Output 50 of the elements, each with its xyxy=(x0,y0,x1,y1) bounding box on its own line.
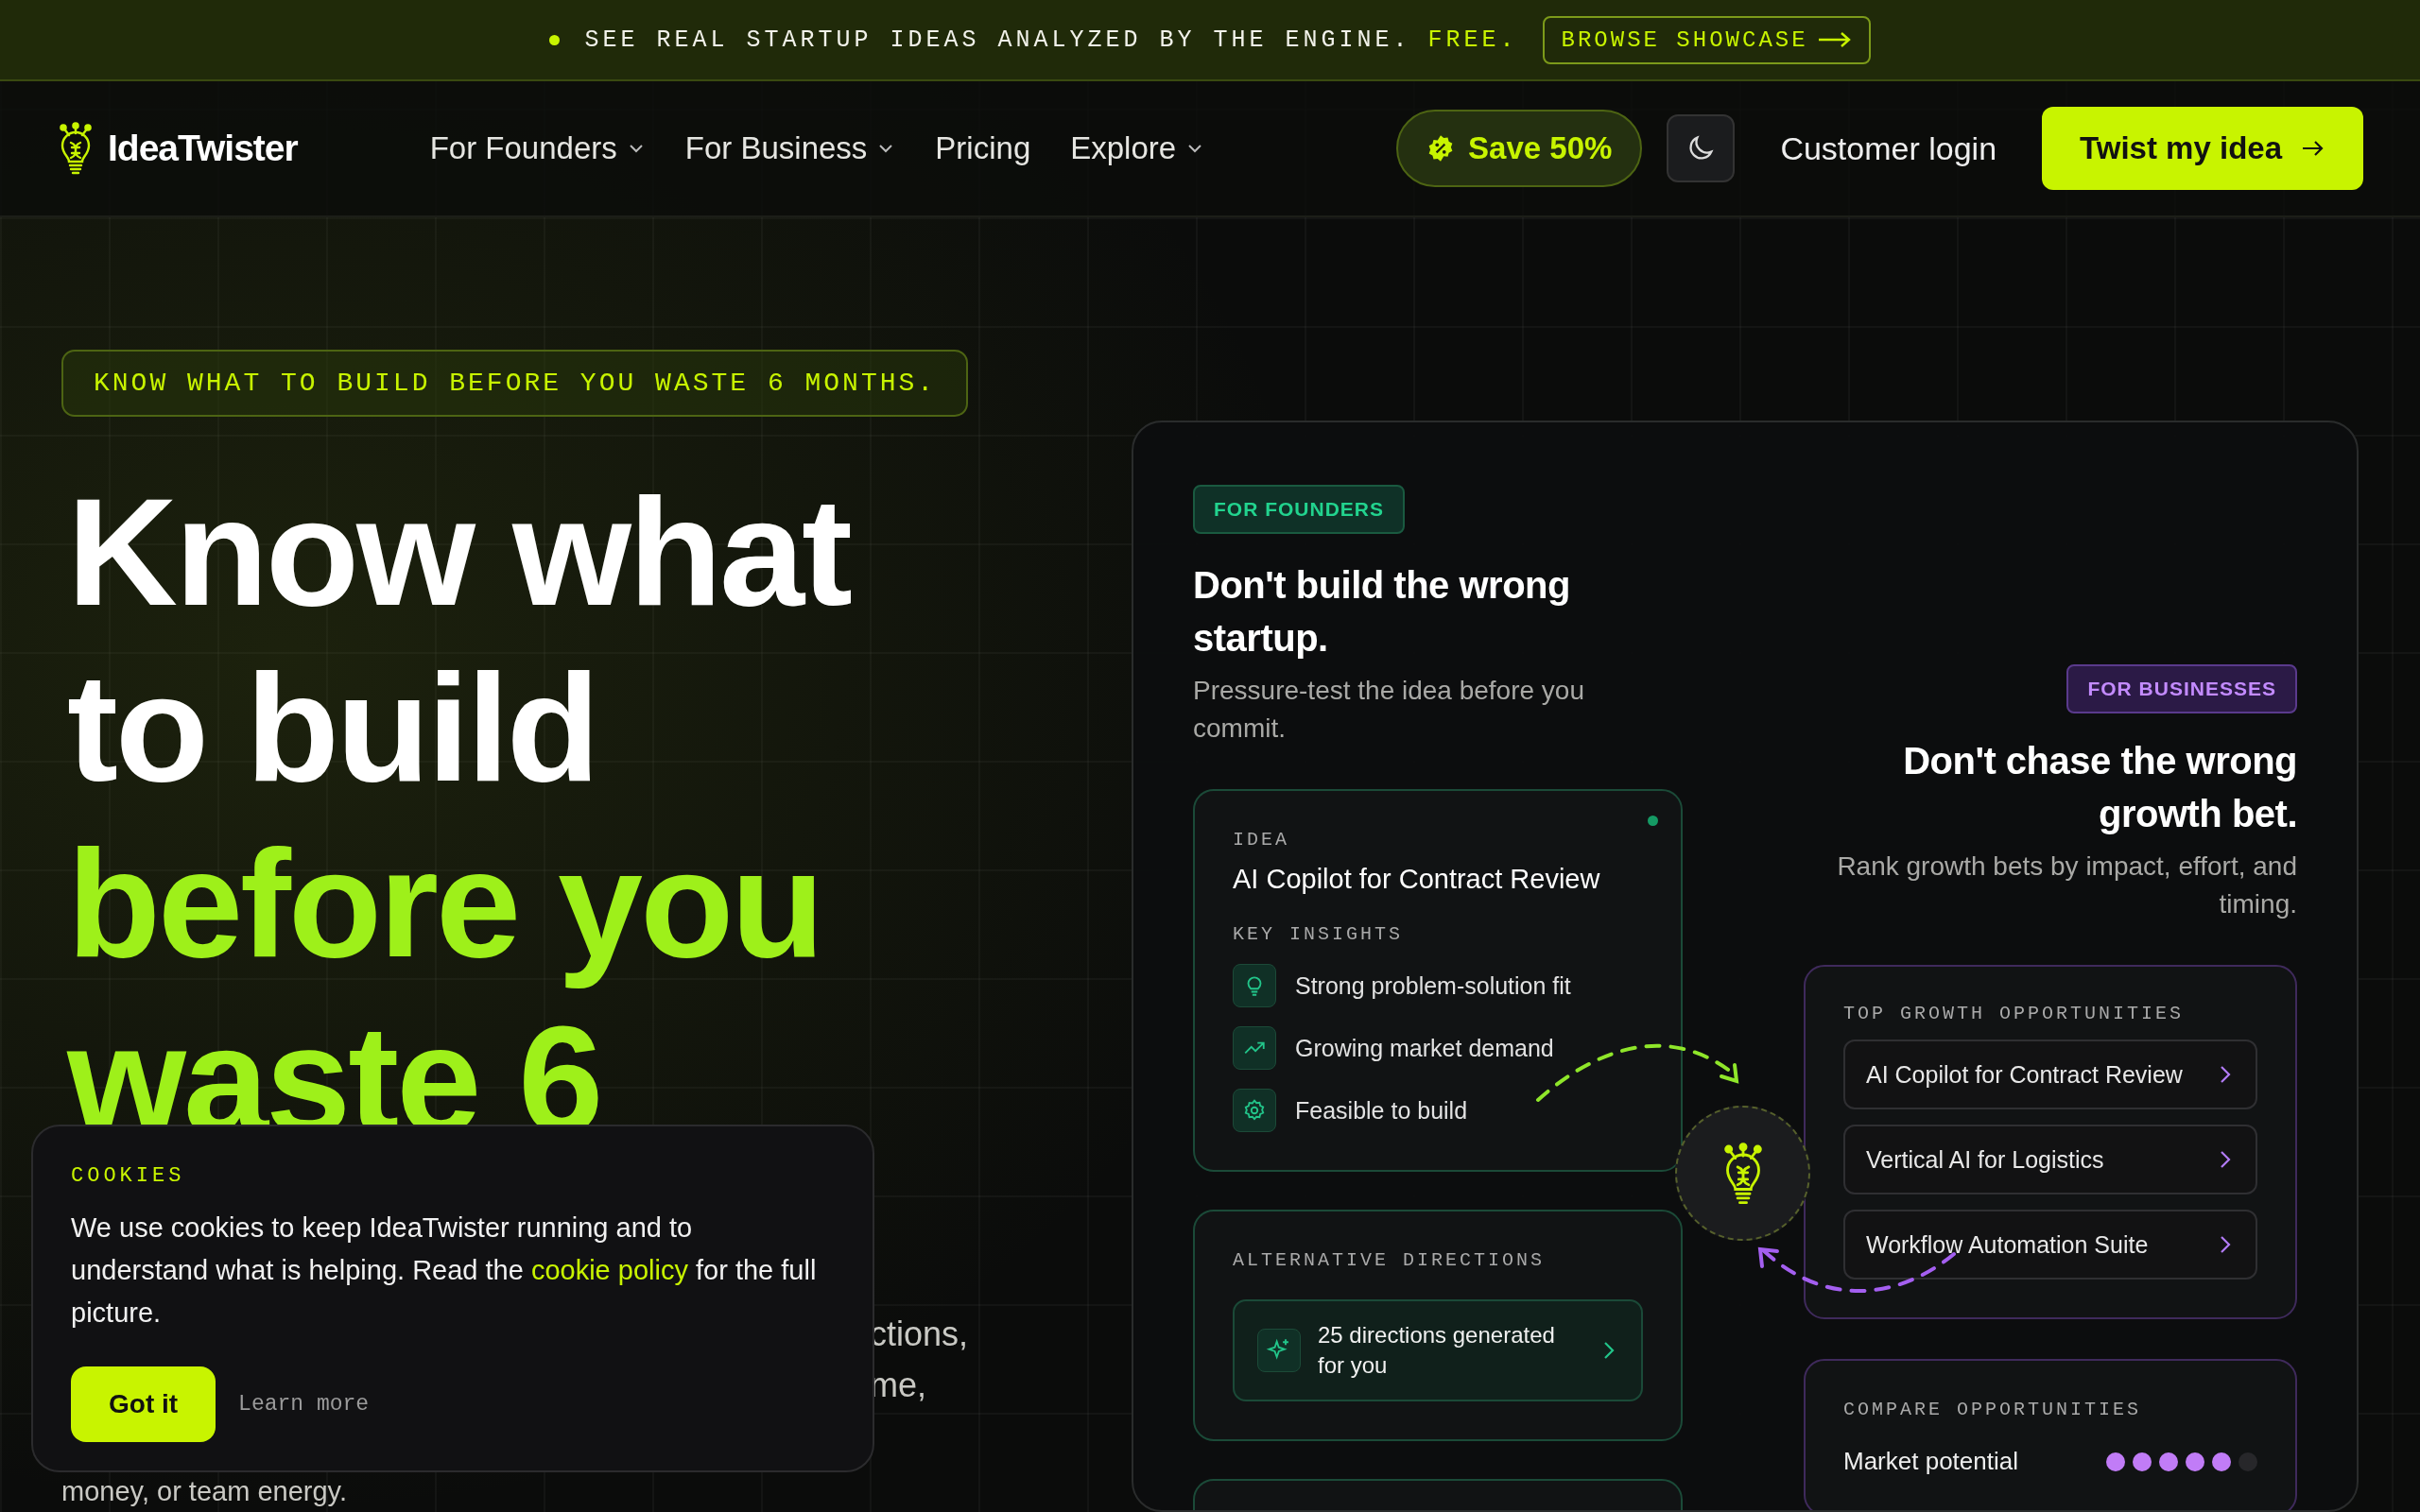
arrow-right-icon xyxy=(1817,31,1852,48)
card-label: IDEA xyxy=(1233,829,1290,850)
section-heading: Don't chase the wrong growth bet. xyxy=(1902,739,2297,836)
card-label: KEY INSIGHTS xyxy=(1233,923,1405,945)
theme-toggle-button[interactable] xyxy=(1667,114,1736,182)
card-label: COMPARE OPPORTUNITIES xyxy=(1843,1399,2143,1420)
cookie-label: COOKIES xyxy=(71,1164,186,1188)
card-label: TOP GROWTH OPPORTUNITIES xyxy=(1843,1003,2186,1024)
section-heading: Don't build the wrong startup. xyxy=(1193,563,1571,661)
lightbulb-icon xyxy=(1233,964,1276,1007)
audience-badge: FOR BUSINESSES xyxy=(2066,664,2297,713)
hero-description-line: money, or team energy. xyxy=(61,1475,347,1507)
tagline-badge: KNOW WHAT TO BUILD BEFORE YOU WASTE 6 MONTHS. xyxy=(61,350,969,417)
section-subtitle: Rank growth bets by impact, effort, and timing. xyxy=(1836,850,2297,920)
opportunity-item[interactable]: AI Copilot for Contract Review xyxy=(1843,1040,2257,1109)
brand-name: IdeaTwister xyxy=(108,128,298,169)
section-subtitle: Pressure-test the idea before you commit. xyxy=(1193,675,1585,745)
directions-link[interactable]: 25 directions generated for you xyxy=(1233,1299,1643,1401)
opportunity-item[interactable]: Workflow Automation Suite xyxy=(1843,1210,2257,1280)
arrow-right-icon xyxy=(2301,139,2325,158)
learn-more-link[interactable]: Learn more xyxy=(238,1392,370,1417)
nav-link[interactable]: For Business xyxy=(684,130,896,166)
save-promo-button[interactable]: Save 50% xyxy=(1396,110,1643,187)
audience-badge: FOR FOUNDERS xyxy=(1193,485,1405,534)
opportunity-item[interactable]: Vertical AI for Logistics xyxy=(1843,1125,2257,1194)
card-label: ALTERNATIVE DIRECTIONS xyxy=(1233,1249,1547,1271)
insight-text: Feasible to build xyxy=(1295,1096,1468,1125)
free-label: FREE. xyxy=(1427,26,1518,54)
nav-link[interactable]: For Founders xyxy=(429,130,646,166)
accept-cookies-button[interactable]: Got it xyxy=(71,1366,216,1442)
status-dot xyxy=(1648,816,1658,826)
idea-title: AI Copilot for Contract Review xyxy=(1233,864,1601,895)
nav-link[interactable]: Pricing xyxy=(935,130,1031,166)
insight-text: Strong problem-solution fit xyxy=(1295,971,1571,1000)
status-dot xyxy=(549,34,561,45)
cookie-message: We use cookies to keep IdeaTwister running and to understand what is helping. Read the cookie policy for the full picture. xyxy=(71,1211,818,1330)
headline-line: to build xyxy=(66,641,598,815)
login-link[interactable]: Customer login xyxy=(1780,129,1997,167)
cookie-policy-link[interactable]: cookie policy xyxy=(530,1255,688,1285)
insight-text: Growing market demand xyxy=(1295,1034,1554,1062)
sparkle-icon xyxy=(1257,1329,1301,1372)
gear-icon xyxy=(1233,1089,1276,1132)
headline-line: Know what xyxy=(66,465,852,639)
nav-link[interactable]: Explore xyxy=(1070,130,1205,166)
lightbulb-logo-icon xyxy=(57,122,95,175)
headline-line: before you xyxy=(66,816,823,990)
metric-label: Market potential xyxy=(1843,1447,2018,1476)
announcement-text: SEE REAL STARTUP IDEAS ANALYZED BY THE ENGINE. xyxy=(584,26,1411,54)
browse-showcase-button[interactable]: BROWSE SHOWCASE xyxy=(1542,15,1871,64)
twist-idea-button[interactable]: Twist my idea xyxy=(2042,107,2363,190)
